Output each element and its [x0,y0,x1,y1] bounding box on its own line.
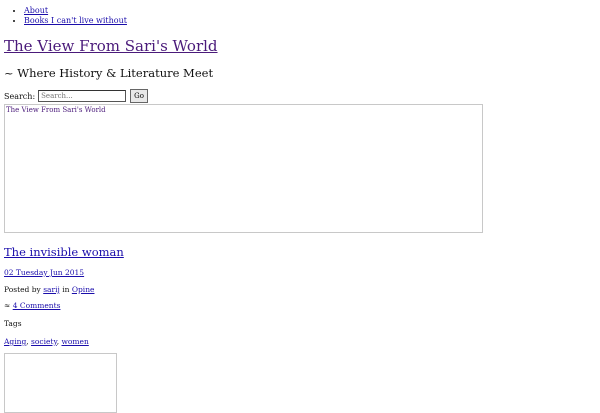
comments-icon: ≈ [4,301,11,310]
post-byline: Posted by sarij in Opine [4,285,94,294]
tags-list: Aging, society, women [4,337,89,346]
post-date-link[interactable]: 02 Tuesday Jun 2015 [4,268,84,277]
nav-item-books: Books I can't live without [24,16,127,26]
site-title: The View From Sari's World [4,37,218,55]
tag-link-society[interactable]: society [31,337,57,346]
search-input[interactable] [38,90,127,102]
header-image-alt-text: The View From Sari's World [6,106,106,114]
post-comments: ≈ 4 Comments [4,301,60,310]
search-form: Search: Go [4,89,148,103]
nav-item-about: About [24,6,127,16]
author-link[interactable]: sarij [43,285,60,294]
tag-link-aging[interactable]: Aging [4,337,26,346]
post-title: The invisible woman [4,245,124,259]
category-link[interactable]: Opine [72,285,95,294]
nav-link-about[interactable]: About [24,6,48,15]
nav-link-books[interactable]: Books I can't live without [24,16,127,25]
post-image[interactable] [4,353,117,413]
header-image[interactable]: The View From Sari's World [4,104,483,233]
comments-link[interactable]: 4 Comments [13,301,61,310]
post-date: 02 Tuesday Jun 2015 [4,268,84,277]
in-word: in [62,285,70,294]
search-label: Search: [4,91,36,101]
search-go-button[interactable]: Go [130,89,148,103]
tag-link-women[interactable]: women [61,337,88,346]
site-tagline: ~ Where History & Literature Meet [4,66,214,80]
site-title-link[interactable]: The View From Sari's World [4,37,218,55]
posted-by-prefix: Posted by [4,285,41,294]
top-navigation: About Books I can't live without [4,6,127,26]
post-title-link[interactable]: The invisible woman [4,245,124,259]
tags-label: Tags [4,319,22,328]
